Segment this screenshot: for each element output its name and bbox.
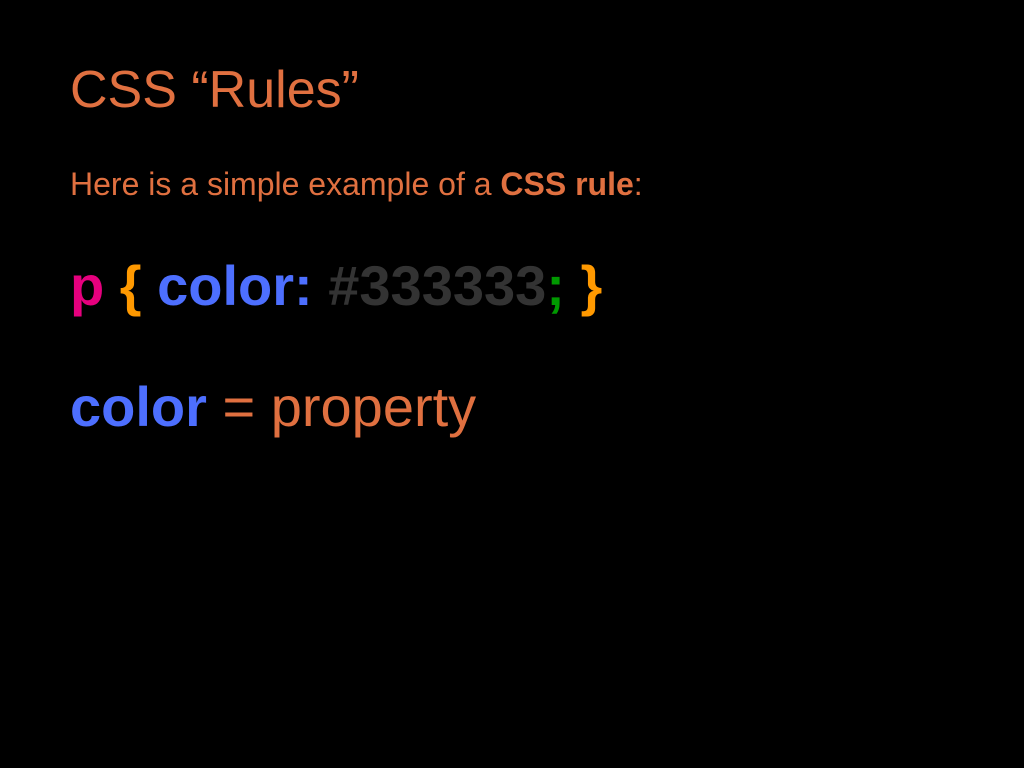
intro-suffix: :	[634, 166, 643, 202]
explain-property: color	[70, 375, 207, 438]
code-brace-open: {	[120, 254, 142, 317]
intro-bold: CSS rule	[500, 166, 633, 202]
code-semicolon: ;	[546, 254, 565, 317]
code-selector: p	[70, 254, 104, 317]
code-property: color:	[157, 254, 313, 317]
code-value: #333333	[328, 254, 546, 317]
slide-title: CSS “Rules”	[70, 60, 954, 120]
intro-text: Here is a simple example of a CSS rule:	[70, 166, 954, 203]
code-brace-close: }	[581, 254, 603, 317]
slide: CSS “Rules” Here is a simple example of …	[0, 0, 1024, 768]
explanation: color = property	[70, 374, 954, 439]
explain-rest: = property	[207, 375, 476, 438]
intro-prefix: Here is a simple example of a	[70, 166, 500, 202]
code-example: p { color: #333333; }	[70, 253, 954, 318]
